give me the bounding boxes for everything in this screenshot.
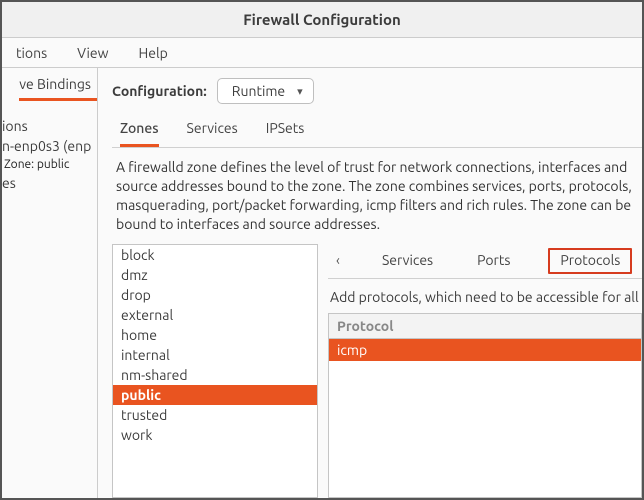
zone-item-home[interactable]: home [113, 325, 317, 345]
bindings-list: ions n-enp0s3 (enp Zone: public es [2, 110, 97, 193]
chevron-down-icon: ▾ [297, 85, 303, 98]
sub-tab-ports[interactable]: Ports [471, 250, 516, 276]
left-sidebar: ve Bindings ions n-enp0s3 (enp Zone: pub… [2, 68, 98, 498]
protocol-row[interactable]: icmp [329, 339, 641, 361]
main-tabs: Zones Services IPSets [112, 114, 642, 148]
zone-item-public[interactable]: public [113, 385, 317, 405]
configuration-row: Configuration: Runtime ▾ [112, 78, 642, 104]
configuration-select[interactable]: Runtime ▾ [217, 78, 314, 104]
window-title: Firewall Configuration [243, 11, 401, 28]
menu-help[interactable]: Help [133, 43, 174, 63]
sub-tab-services[interactable]: Services [376, 250, 439, 276]
menu-options[interactable]: tions [10, 43, 53, 63]
sub-tab-protocols[interactable]: Protocols [548, 248, 632, 274]
zone-item-internal[interactable]: internal [113, 345, 317, 365]
active-bindings-tab: ve Bindings [19, 76, 97, 101]
zone-sub-tabs: ‹ Services Ports Protocols [328, 244, 642, 279]
menu-view[interactable]: View [71, 43, 114, 63]
window-titlebar: Firewall Configuration [2, 2, 642, 38]
zone-detail-pane: ‹ Services Ports Protocols Add protocols… [328, 244, 642, 498]
menubar: tions View Help [2, 38, 642, 68]
zone-item-trusted[interactable]: trusted [113, 405, 317, 425]
protocols-help-text: Add protocols, which need to be accessib… [328, 279, 642, 313]
zone-item-dmz[interactable]: dmz [113, 265, 317, 285]
left-tab-header[interactable]: ve Bindings [2, 68, 97, 110]
zone-item-drop[interactable]: drop [113, 285, 317, 305]
sub-tab-prev-icon[interactable]: ‹ [332, 252, 344, 274]
bindings-item[interactable]: ions [2, 116, 97, 136]
protocols-table: Protocol icmp [328, 313, 642, 498]
bindings-item[interactable]: es [2, 173, 97, 193]
main-content: Configuration: Runtime ▾ Zones Services … [98, 68, 642, 498]
tab-ipsets[interactable]: IPSets [266, 120, 305, 147]
zone-item-nm-shared[interactable]: nm-shared [113, 365, 317, 385]
zone-description: A firewalld zone defines the level of tr… [112, 148, 642, 244]
tab-services[interactable]: Services [187, 120, 238, 147]
configuration-label: Configuration: [112, 83, 207, 99]
zone-item-block[interactable]: block [113, 245, 317, 265]
zone-list[interactable]: block dmz drop external home internal nm… [112, 244, 318, 498]
bindings-item[interactable]: n-enp0s3 (enp [2, 136, 97, 156]
protocols-column-header[interactable]: Protocol [329, 314, 641, 339]
zone-item-external[interactable]: external [113, 305, 317, 325]
configuration-value: Runtime [232, 83, 285, 99]
tab-zones[interactable]: Zones [120, 120, 159, 147]
zone-item-work[interactable]: work [113, 425, 317, 445]
bindings-item-sub: Zone: public [2, 156, 97, 173]
